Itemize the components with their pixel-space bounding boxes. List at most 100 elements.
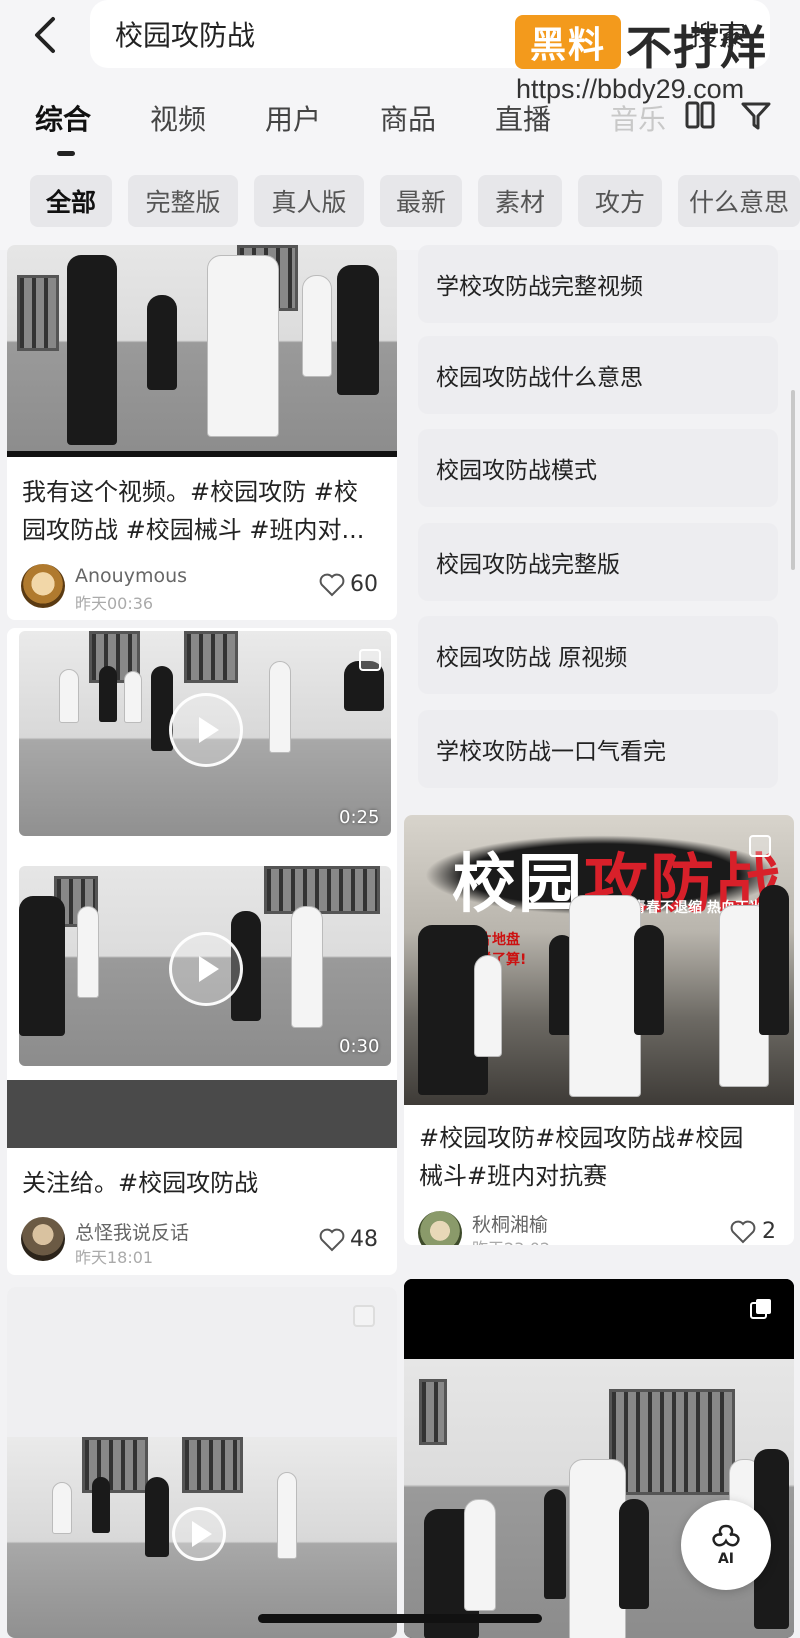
video-thumbnail xyxy=(404,1359,794,1638)
scrollbar[interactable] xyxy=(791,390,795,570)
post-time: 昨天00:36 xyxy=(75,594,154,613)
person-figure xyxy=(569,895,641,1097)
home-indicator xyxy=(258,1614,542,1623)
chip-attacker[interactable]: 攻方 xyxy=(578,175,662,227)
like-count: 2 xyxy=(762,1219,776,1244)
like-count: 60 xyxy=(350,572,378,597)
person-figure xyxy=(569,1459,626,1638)
video-duration: 0:25 xyxy=(339,807,380,828)
chip-all[interactable]: 全部 xyxy=(30,175,112,227)
person-figure xyxy=(92,1477,110,1533)
back-button[interactable] xyxy=(22,10,66,60)
search-input[interactable]: 校园攻防战 xyxy=(115,14,255,54)
person-figure xyxy=(634,925,664,1035)
card-title: #校园攻防#校园攻防战#校园 械斗#班内对抗赛 xyxy=(419,1124,744,1190)
person-figure xyxy=(337,265,379,395)
tab-video[interactable]: 视频 xyxy=(150,98,206,138)
post-time: 昨天23:02 xyxy=(472,1235,550,1245)
thumbnail-top-bar xyxy=(404,1279,794,1359)
video-thumbnail xyxy=(7,1437,397,1638)
tab-users[interactable]: 用户 xyxy=(265,98,321,138)
video-bar xyxy=(7,1080,397,1148)
result-card[interactable]: 0:25 0:30 关注给。#校园攻防战 总怪我说反话 昨天18:01 48 xyxy=(7,628,397,1275)
person-figure xyxy=(52,1482,72,1534)
suggestion-item[interactable]: 校园攻防战 原视频 xyxy=(418,616,778,694)
person-figure xyxy=(124,671,142,723)
window-graphic xyxy=(264,866,380,914)
chip-meaning[interactable]: 什么意思 xyxy=(678,175,800,227)
person-figure xyxy=(464,1499,496,1611)
person-figure xyxy=(291,906,323,1028)
person-figure xyxy=(302,275,332,377)
like-icon[interactable] xyxy=(319,573,345,601)
avatar[interactable] xyxy=(21,1217,65,1261)
card-title: 关注给。#校园攻防战 xyxy=(22,1169,259,1197)
tab-live[interactable]: 直播 xyxy=(495,98,551,138)
author-name[interactable]: Anouymous xyxy=(75,565,187,587)
play-button[interactable] xyxy=(172,1507,226,1561)
card-title: 我有这个视频。#校园攻防 #校 园攻防战 #校园械斗 #班内对... xyxy=(22,478,365,544)
thumbnail-sky xyxy=(7,1287,397,1437)
tab-products[interactable]: 商品 xyxy=(380,98,436,138)
play-icon xyxy=(199,717,219,743)
result-card[interactable]: 校园 攻防战 青春不退缩 热血正当时! 这片地盘 我说了算! #校园攻防#校园攻… xyxy=(404,815,794,1245)
suggestion-item[interactable]: 校园攻防战模式 xyxy=(418,429,778,507)
video-thumbnail xyxy=(7,245,397,457)
suggestion-item[interactable]: 校园攻防战什么意思 xyxy=(418,336,778,414)
watermark-title: 不打烊 xyxy=(626,21,767,75)
select-checkbox[interactable] xyxy=(353,1305,375,1327)
tab-music[interactable]: 音乐 xyxy=(610,98,666,138)
suggestion-item[interactable]: 校园攻防战完整版 xyxy=(418,523,778,601)
person-figure xyxy=(759,885,789,1035)
layout-toggle-icon[interactable] xyxy=(685,100,715,134)
person-figure xyxy=(474,955,502,1057)
result-card[interactable] xyxy=(7,1287,397,1638)
person-figure xyxy=(544,1489,566,1599)
play-button[interactable] xyxy=(169,693,243,767)
suggestion-item[interactable]: 学校攻防战完整视频 xyxy=(418,245,778,323)
window-graphic xyxy=(184,631,238,683)
play-icon xyxy=(199,956,219,982)
person-figure xyxy=(277,1472,297,1559)
video-thumbnail: 0:30 xyxy=(19,866,391,1066)
tab-comprehensive[interactable]: 综合 xyxy=(35,98,91,138)
poster-title-a: 校园 xyxy=(452,848,584,922)
chip-material[interactable]: 素材 xyxy=(478,175,562,227)
back-arrow-icon xyxy=(35,17,55,53)
filter-icon[interactable] xyxy=(740,100,772,136)
like-icon[interactable] xyxy=(319,1228,345,1256)
person-figure xyxy=(147,295,177,390)
person-figure xyxy=(145,1477,169,1557)
window-graphic xyxy=(182,1437,243,1493)
select-checkbox[interactable] xyxy=(359,649,381,671)
video-duration: 0:30 xyxy=(339,1036,380,1057)
avatar[interactable] xyxy=(418,1211,462,1245)
chip-latest[interactable]: 最新 xyxy=(380,175,462,227)
person-figure xyxy=(99,666,117,722)
ai-assistant-button[interactable]: AI xyxy=(681,1500,771,1590)
window-graphic xyxy=(17,275,59,351)
person-figure xyxy=(67,255,117,445)
ai-label: AI xyxy=(717,1551,735,1567)
chip-full-version[interactable]: 完整版 xyxy=(128,175,238,227)
window-graphic xyxy=(419,1379,447,1445)
play-icon xyxy=(192,1521,212,1547)
poster-image: 校园 攻防战 青春不退缩 热血正当时! 这片地盘 我说了算! xyxy=(404,815,794,1105)
select-checkbox[interactable] xyxy=(749,835,771,857)
like-icon[interactable] xyxy=(730,1220,756,1245)
suggestion-item[interactable]: 学校攻防战一口气看完 xyxy=(418,710,778,788)
result-card[interactable]: 我有这个视频。#校园攻防 #校 园攻防战 #校园械斗 #班内对... Anouy… xyxy=(7,245,397,620)
thumbnail-edge xyxy=(7,451,397,457)
chip-live-action[interactable]: 真人版 xyxy=(254,175,364,227)
person-figure xyxy=(619,1499,649,1609)
person-figure xyxy=(19,896,65,1036)
watermark-badge: 黑料 xyxy=(515,15,621,69)
avatar[interactable] xyxy=(21,564,65,608)
person-figure xyxy=(77,906,99,998)
post-time: 昨天18:01 xyxy=(75,1248,154,1267)
play-button[interactable] xyxy=(169,932,243,1006)
window-graphic xyxy=(609,1389,735,1495)
author-name[interactable]: 总怪我说反话 xyxy=(75,1218,189,1245)
author-name[interactable]: 秋桐湘榆 xyxy=(472,1210,548,1237)
person-figure xyxy=(207,255,279,437)
